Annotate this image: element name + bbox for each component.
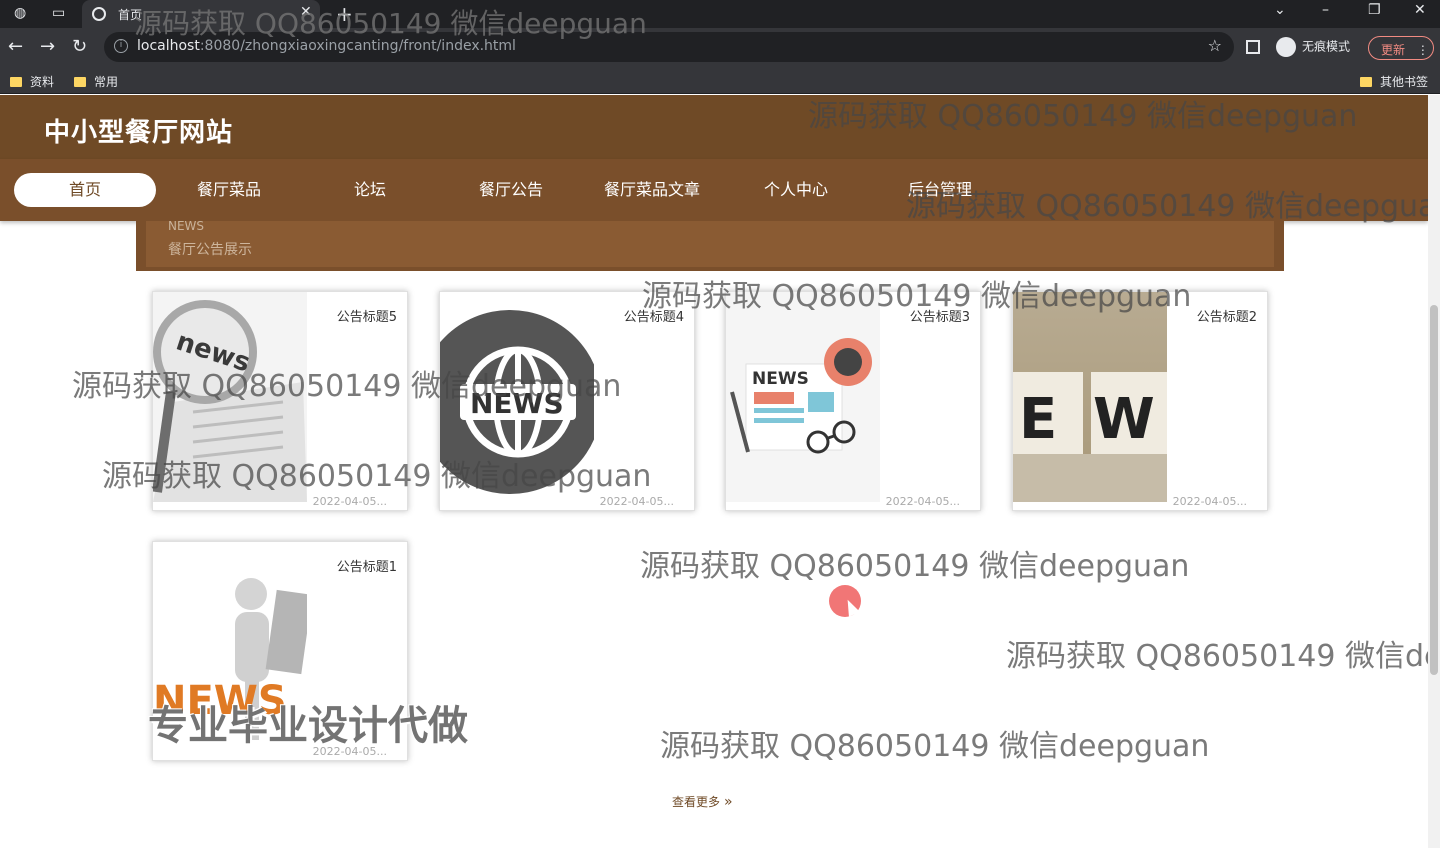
side-panel-icon[interactable] [1246, 40, 1260, 54]
section-title-cn: 餐厅公告展示 [168, 242, 252, 258]
watermark: 源码获取 QQ86050149 微信deepguan [808, 99, 1358, 134]
nav-forum[interactable]: 论坛 [299, 173, 441, 207]
section-title-en: NEWS [168, 219, 205, 233]
page-scrollbar[interactable] [1428, 95, 1440, 848]
news-paper-glasses-image: NEWS [726, 292, 880, 502]
notice-date: 2022-04-05... [312, 495, 387, 508]
watermark: 源码获取 QQ86050149 微信deepguan [660, 729, 1210, 764]
nav-notices[interactable]: 餐厅公告 [440, 173, 582, 207]
update-button[interactable]: 更新 ⋮ [1368, 36, 1434, 60]
forward-icon[interactable]: → [40, 37, 55, 57]
incognito-avatar-icon [1276, 37, 1296, 57]
nav-home[interactable]: 首页 [14, 173, 156, 207]
incognito-label: 无痕模式 [1302, 39, 1351, 54]
watermark: 源码获取 QQ86050149 微信deepguan [640, 549, 1190, 584]
notice-title: 公告标题2 [1196, 310, 1257, 325]
notice-title: 公告标题5 [336, 310, 397, 325]
nav-dish-articles[interactable]: 餐厅菜品文章 [581, 173, 723, 207]
notice-title: 公告标题1 [336, 560, 397, 575]
bookmark-folder-1[interactable]: 常用 [74, 73, 118, 90]
back-icon[interactable]: ← [8, 37, 23, 57]
other-bookmarks[interactable]: 其他书签 [1360, 73, 1428, 90]
nav-dishes[interactable]: 餐厅菜品 [158, 173, 300, 207]
watermark: 源码获取 QQ86050149 微信deepguan [72, 369, 622, 404]
window-close-icon[interactable]: ✕ [1414, 2, 1426, 18]
page-viewport: 中小型餐厅网站 首页 餐厅菜品 论坛 餐厅公告 餐厅菜品文章 个人中心 后台管理… [0, 95, 1428, 848]
double-chevron-right-icon: » [724, 794, 733, 810]
tab-favicon-icon [92, 7, 106, 21]
folder-icon [1360, 77, 1372, 87]
svg-text:NEWS: NEWS [752, 369, 809, 389]
watermark: 源码获取 QQ86050149 微信deepguan [102, 459, 652, 494]
notice-card[interactable]: NEWS 公告标题3 2022-04-05... [725, 291, 981, 511]
reload-icon[interactable]: ↻ [72, 37, 87, 57]
bookmark-folder-0[interactable]: 资料 [10, 73, 54, 90]
tab-list-chevron-icon[interactable]: ⌄ [1274, 2, 1286, 18]
bookmarks-bar: 资料 常用 其他书签 [0, 66, 1440, 94]
watermark: 源码获取 QQ86050149 微信deepguan [1006, 639, 1428, 674]
site-info-icon[interactable]: i [114, 39, 128, 53]
menu-kebab-icon[interactable]: ⋮ [1417, 43, 1429, 57]
folder-icon [74, 77, 86, 87]
svg-text:E: E [1019, 387, 1057, 452]
restore-icon[interactable]: ❐ [1368, 2, 1381, 18]
promo-watermark: 专业毕业设计代做 [148, 703, 468, 749]
folder-icon [10, 77, 22, 87]
notice-card[interactable]: E W 公告标题2 2022-04-05... [1012, 291, 1268, 511]
watermark: 源码获取 QQ86050149 微信deepguan [906, 189, 1428, 224]
tab-search-icon[interactable]: ▭ [52, 5, 65, 21]
notice-date: 2022-04-05... [885, 495, 960, 508]
minimize-icon[interactable]: – [1322, 2, 1329, 18]
news-blocks-image: E W [1013, 292, 1167, 502]
bookmark-star-icon[interactable]: ☆ [1208, 36, 1222, 55]
svg-text:W: W [1093, 387, 1155, 452]
notice-section-header: NEWS 餐厅公告展示 [136, 219, 1284, 271]
browser-globe-icon[interactable]: ◍ [14, 5, 26, 21]
site-title: 中小型餐厅网站 [44, 118, 234, 148]
notice-date: 2022-04-05... [1172, 495, 1247, 508]
nav-profile[interactable]: 个人中心 [725, 173, 867, 207]
update-label: 更新 [1381, 43, 1406, 57]
watermark: 源码获取 QQ86050149 微信deepguan [134, 7, 647, 40]
scrollbar-thumb[interactable] [1430, 305, 1438, 675]
notice-date: 2022-04-05... [599, 495, 674, 508]
watermark: 源码获取 QQ86050149 微信deepguan [642, 279, 1192, 314]
incognito-indicator[interactable]: 无痕模式 [1276, 37, 1350, 57]
view-more-link[interactable]: 查看更多» [672, 793, 733, 810]
